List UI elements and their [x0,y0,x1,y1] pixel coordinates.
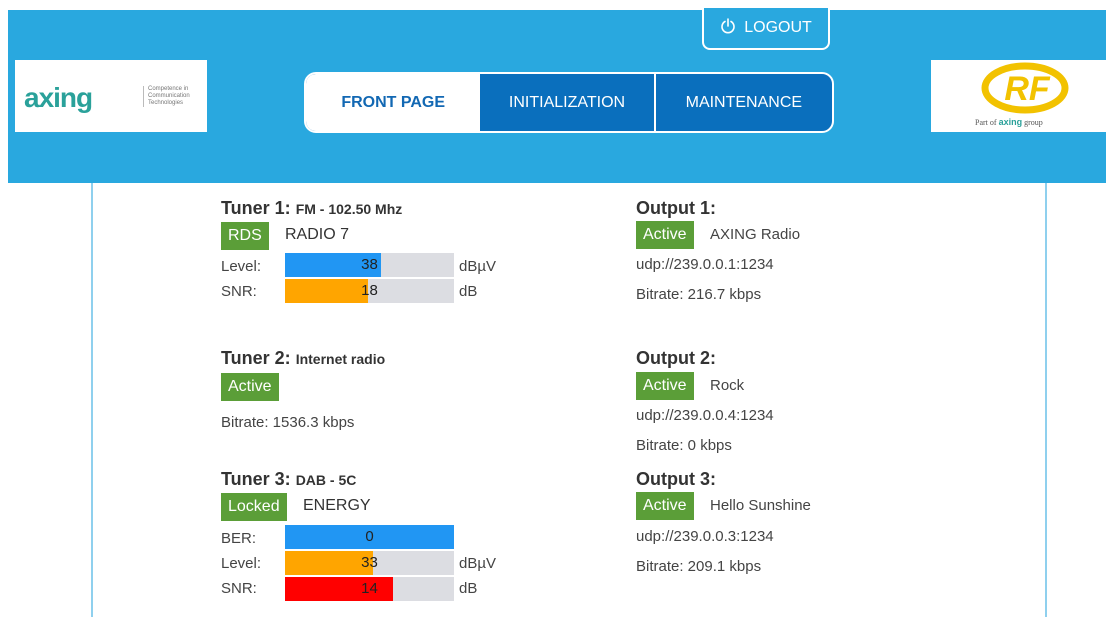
tuner-3-level-label: Level: [221,555,262,572]
output-1-url: udp://239.0.0.1:1234 [636,256,774,273]
tuner-1-snr-bar: 18 [285,279,454,303]
rf-logo: RF Part of axing group [931,60,1106,132]
tuner-3-snr-bar: 14 [285,577,454,601]
tuner-1-snr-unit: dB [459,283,478,300]
axing-logo: axing Competence in Communication Techno… [15,60,207,132]
output-3-bitrate: Bitrate: 209.1 kbps [636,558,762,575]
output-1-status-badge: Active [636,221,694,249]
logout-label: LOGOUT [744,19,812,36]
svg-text:RF: RF [1004,70,1051,108]
output-1-title: Output 1: [636,198,716,218]
axing-tagline: Competence in Communication Technologies [143,86,210,107]
rf-subtitle: Part of axing group [975,117,1043,127]
tuner-1-station: RADIO 7 [285,226,350,243]
power-icon [720,17,736,39]
main-nav: FRONT PAGE INITIALIZATION MAINTENANCE [304,72,834,133]
tuner-3-station: ENERGY [303,497,371,514]
output-3-name: Hello Sunshine [710,497,811,514]
output-3-url: udp://239.0.0.3:1234 [636,528,774,545]
tuner-1-level-unit: dBµV [459,258,496,275]
output-2-bitrate: Bitrate: 0 kbps [636,437,732,454]
tab-front-page[interactable]: FRONT PAGE [306,74,481,131]
content-border-right [1045,183,1047,617]
tuner-1-level-bar: 38 [285,253,454,277]
output-1-bitrate: Bitrate: 216.7 kbps [636,286,762,303]
output-2-title: Output 2: [636,348,716,368]
tuner-3-ber-bar: 0 [285,525,454,549]
tuner-1-level-label: Level: [221,258,262,275]
tuner-3-level-unit: dBµV [459,555,496,572]
tuner-3-ber-label: BER: [221,530,257,547]
tab-maintenance[interactable]: MAINTENANCE [656,74,832,131]
output-2-status-badge: Active [636,372,694,400]
output-3-status-badge: Active [636,492,694,520]
tuner-2-bitrate: Bitrate: 1536.3 kbps [221,414,355,431]
rf-mark-icon: RF [981,62,1069,114]
tuner-1-snr-label: SNR: [221,283,257,300]
tuner-3-snr-label: SNR: [221,580,257,597]
output-1-name: AXING Radio [710,226,801,243]
tuner-2-title: Tuner 2: Internet radio [221,348,386,368]
output-3-title: Output 3: [636,469,716,489]
tuner-1-title: Tuner 1: FM - 102.50 Mhz [221,198,403,218]
tuner-3-title: Tuner 3: DAB - 5C [221,469,357,489]
tab-initialization[interactable]: INITIALIZATION [480,74,656,131]
output-2-url: udp://239.0.0.4:1234 [636,407,774,424]
tuner-1-status-badge: RDS [221,222,269,250]
content-border-left [91,183,93,617]
tuner-2-status-badge: Active [221,373,279,401]
tuner-3-status-badge: Locked [221,493,287,521]
output-2-name: Rock [710,377,745,394]
logout-button[interactable]: LOGOUT [702,8,830,50]
tuner-3-level-bar: 33 [285,551,454,575]
tuner-3-snr-unit: dB [459,580,478,597]
